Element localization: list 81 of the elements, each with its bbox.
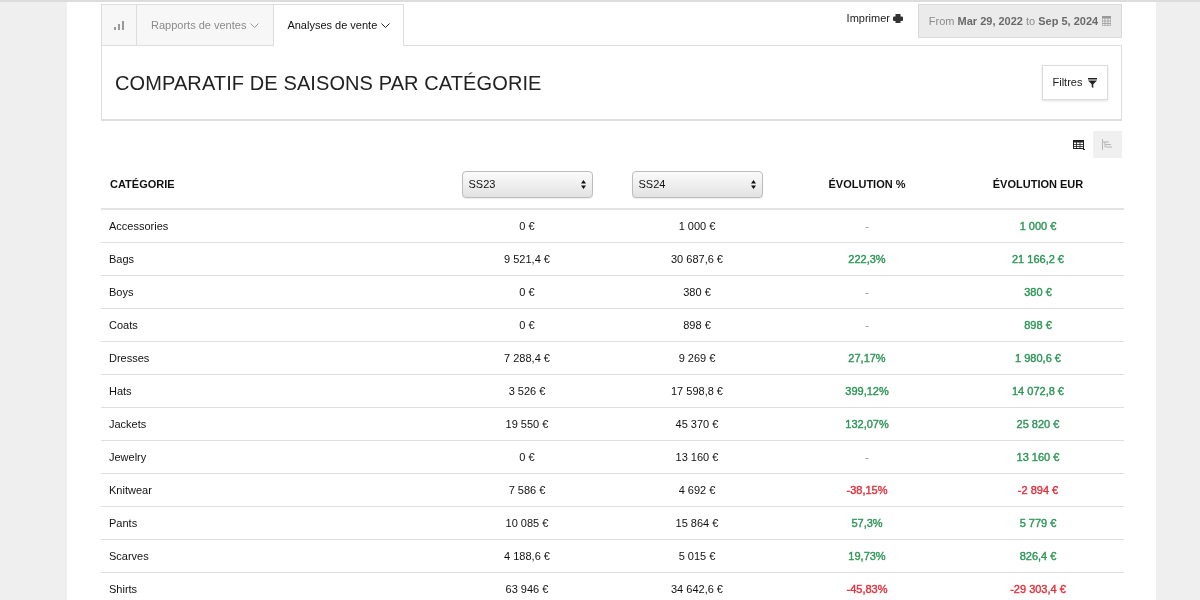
- print-link[interactable]: Imprimer: [846, 9, 903, 27]
- value-cell: 5 015 €: [612, 539, 782, 572]
- value-cell: 17 598,8 €: [612, 374, 782, 407]
- amount-change-value: 25 820 €: [1016, 416, 1060, 431]
- value-cell: 19 550 €: [442, 407, 612, 440]
- empty-value-dash: -: [865, 218, 869, 233]
- category-cell: Pants: [101, 506, 442, 539]
- value-cell: 10 085 €: [442, 506, 612, 539]
- filter-button[interactable]: Filtres: [1042, 65, 1108, 100]
- season-select[interactable]: SS23: [461, 170, 593, 198]
- value-cell: 15 864 €: [612, 506, 782, 539]
- category-cell: Dresses: [101, 341, 442, 374]
- empty-value-dash: -: [865, 449, 869, 464]
- bar-chart-icon: [114, 20, 124, 30]
- filter-icon: [1088, 77, 1098, 88]
- column-header: CATÉGORIE: [101, 160, 442, 209]
- percent-change-value: 399,12%: [845, 383, 889, 398]
- category-cell: Knitwear: [101, 473, 442, 506]
- category-cell: Jackets: [101, 407, 442, 440]
- amount-change-value: 898 €: [1024, 317, 1052, 332]
- value-cell: 0 €: [442, 209, 612, 242]
- calendar-icon: [1102, 16, 1112, 26]
- value-cell: 0 €: [442, 440, 612, 473]
- value-cell: 3 526 €: [442, 374, 612, 407]
- date-range-button[interactable]: From Mar 29, 2022 to Sep 5, 2024: [918, 4, 1122, 38]
- value-cell: 9 269 €: [612, 341, 782, 374]
- tree-list-icon: [1102, 139, 1113, 150]
- up-down-arrows-icon: [580, 179, 586, 189]
- printer-icon: [893, 13, 903, 23]
- value-cell: 1 000 €: [612, 209, 782, 242]
- value-cell: 380 €: [612, 275, 782, 308]
- amount-change-value: 5 779 €: [1019, 515, 1057, 530]
- page-title: COMPARATIF DE SAISONS PAR CATÉGORIE: [115, 70, 542, 95]
- empty-value-dash: -: [865, 317, 869, 332]
- value-cell: 9 521,4 €: [442, 242, 612, 275]
- amount-change-value: 826,4 €: [1019, 548, 1057, 563]
- percent-change-value: -45,83%: [846, 581, 888, 596]
- amount-change-value: -29 303,4 €: [1010, 581, 1066, 596]
- amount-change-value: 13 160 €: [1016, 449, 1060, 464]
- category-cell: Coats: [101, 308, 442, 341]
- value-cell: 0 €: [442, 275, 612, 308]
- percent-change-value: 19,73%: [848, 548, 886, 563]
- percent-change-value: -38,15%: [846, 482, 888, 497]
- tab[interactable]: Analyses de vente: [273, 4, 405, 46]
- category-cell: Boys: [101, 275, 442, 308]
- percent-change-value: 27,17%: [848, 350, 886, 365]
- category-cell: Jewelry: [101, 440, 442, 473]
- empty-value-dash: -: [865, 284, 869, 299]
- table-icon: [1072, 139, 1085, 150]
- category-cell: Shirts: [101, 572, 442, 600]
- amount-change-value: 14 072,8 €: [1012, 383, 1064, 398]
- category-cell: Hats: [101, 374, 442, 407]
- value-cell: 63 946 €: [442, 572, 612, 600]
- category-cell: Accessories: [101, 209, 442, 242]
- value-cell: 0 €: [442, 308, 612, 341]
- chart-tab[interactable]: [101, 4, 137, 45]
- column-header: ÉVOLUTION %: [782, 160, 952, 209]
- amount-change-value: 1 980,6 €: [1015, 350, 1061, 365]
- value-cell: 7 586 €: [442, 473, 612, 506]
- up-down-arrows-icon: [750, 179, 756, 189]
- percent-change-value: 132,07%: [845, 416, 889, 431]
- value-cell: 898 €: [612, 308, 782, 341]
- value-cell: 34 642,6 €: [612, 572, 782, 600]
- chevron-down-icon: [250, 22, 260, 28]
- amount-change-value: 380 €: [1024, 284, 1052, 299]
- value-cell: 4 188,6 €: [442, 539, 612, 572]
- value-cell: 4 692 €: [612, 473, 782, 506]
- percent-change-value: 57,3%: [851, 515, 883, 530]
- percent-change-value: 222,3%: [848, 251, 886, 266]
- value-cell: 13 160 €: [612, 440, 782, 473]
- amount-change-value: 1 000 €: [1019, 218, 1057, 233]
- value-cell: 30 687,6 €: [612, 242, 782, 275]
- column-header: ÉVOLUTION EUR: [952, 160, 1124, 209]
- season-select[interactable]: SS24: [631, 170, 763, 198]
- category-cell: Scarves: [101, 539, 442, 572]
- chevron-down-icon: [381, 23, 391, 28]
- value-cell: 7 288,4 €: [442, 341, 612, 374]
- value-cell: 45 370 €: [612, 407, 782, 440]
- amount-change-value: -2 894 €: [1017, 482, 1059, 497]
- amount-change-value: 21 166,2 €: [1012, 251, 1064, 266]
- category-cell: Bags: [101, 242, 442, 275]
